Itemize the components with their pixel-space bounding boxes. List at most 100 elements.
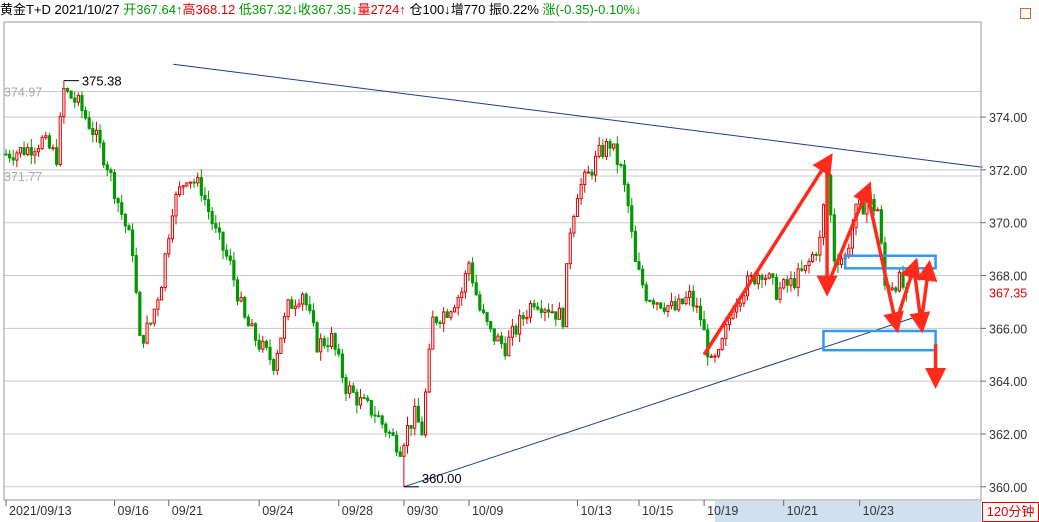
candle-body <box>839 258 844 265</box>
candle-body <box>112 172 117 199</box>
candle-body <box>333 333 337 350</box>
candle-body <box>608 141 612 149</box>
candlestick-chart: 374.00 372.00 370.00 368.00 366.00 364.00 362.… <box>3 21 1039 522</box>
candle-body <box>239 296 243 302</box>
candle-body <box>619 164 623 167</box>
candle-body <box>159 287 164 301</box>
candle-body <box>575 198 580 218</box>
candle-body <box>872 198 876 212</box>
candle-body <box>8 153 12 159</box>
open-price: 开367.64↑ <box>123 2 183 17</box>
candle-body <box>391 432 395 436</box>
candle-body <box>521 315 525 320</box>
min-price-label: 360.00 <box>422 471 462 486</box>
candle-body <box>590 171 594 176</box>
candle-body <box>196 177 200 184</box>
candle-body <box>355 391 359 406</box>
candle-body <box>449 311 453 318</box>
candle-body <box>178 186 182 196</box>
candle-body <box>691 290 695 307</box>
candle-body <box>601 144 605 158</box>
candle-body <box>503 343 507 357</box>
candle-body <box>572 216 576 234</box>
x-tick-label: 10/15 <box>642 504 673 518</box>
candle-body <box>546 309 551 313</box>
candle-body <box>684 296 688 305</box>
candle-body <box>821 204 826 238</box>
candle-body <box>272 359 276 371</box>
max-price-label: 375.38 <box>82 74 122 89</box>
low-price: 低367.32↓ <box>238 2 299 17</box>
candle-body <box>170 215 174 240</box>
candle-body <box>452 307 457 313</box>
candle-body <box>445 311 449 318</box>
candle-body <box>901 271 905 288</box>
candle-body <box>724 324 728 340</box>
candle-body <box>105 164 109 171</box>
close-price: 收367.35↓ <box>298 2 358 17</box>
x-tick-label: 09/16 <box>118 504 149 518</box>
candle-body <box>688 290 692 298</box>
candle-body <box>879 209 883 244</box>
candle-body <box>655 302 659 305</box>
candle-body <box>528 303 533 318</box>
candle-body <box>156 299 160 310</box>
candle-body <box>376 415 381 418</box>
x-tick-label: 10/09 <box>472 504 503 518</box>
candle-body <box>460 291 464 299</box>
candle-body <box>11 157 15 161</box>
quote-date: 2021/10/27 <box>54 2 120 17</box>
candle-body <box>586 171 590 174</box>
settings-square-icon[interactable] <box>1020 8 1031 19</box>
candle-body <box>890 287 894 291</box>
candle-body <box>380 415 384 425</box>
x-tick-label: 09/28 <box>342 504 373 518</box>
candle-body <box>402 445 406 457</box>
candle-body <box>91 128 95 136</box>
candle-body <box>565 263 569 328</box>
candle-body <box>55 147 59 165</box>
candle-body <box>253 323 258 341</box>
candle-body <box>26 147 30 156</box>
candle-body <box>622 164 627 186</box>
candle-body <box>807 261 811 267</box>
period-selector[interactable]: 120分钟 <box>982 502 1039 522</box>
left-tick-label: 371.77 <box>4 170 42 184</box>
x-axis-selection <box>714 501 981 522</box>
candle-body <box>174 194 178 217</box>
candle-body <box>203 194 207 201</box>
candle-body <box>301 293 305 305</box>
candle-body <box>767 273 771 279</box>
candle-body <box>481 309 486 314</box>
candle-body <box>467 262 471 275</box>
candle-body <box>648 300 652 303</box>
candle-body <box>102 142 106 166</box>
candle-body <box>138 291 142 336</box>
candle-body <box>829 174 833 216</box>
candle-body <box>329 333 334 348</box>
candle-body <box>539 308 543 313</box>
grid-lines <box>4 90 981 488</box>
candle-body <box>123 213 127 227</box>
candle-body <box>800 268 804 271</box>
candle-body <box>604 141 609 158</box>
candle-body <box>738 302 742 307</box>
y-tick-label: 360.00 <box>989 481 1027 495</box>
candle-body <box>243 296 247 318</box>
candle-body <box>894 287 898 292</box>
candle-body <box>471 262 475 284</box>
amplitude: 振0.22% <box>489 2 539 17</box>
upper-trendline <box>173 63 983 168</box>
candle-body <box>626 184 630 207</box>
candle-body <box>720 338 724 351</box>
candle-body <box>561 307 565 328</box>
candle-body <box>796 268 800 289</box>
candle-body <box>662 307 666 312</box>
candle-body <box>543 309 547 313</box>
x-tick-label: 09/21 <box>172 504 203 518</box>
high-price: 高368.12 <box>182 2 236 17</box>
y-tick-label: 362.00 <box>989 428 1027 442</box>
candle-body <box>474 282 478 296</box>
candle-body <box>492 328 496 342</box>
candle-body <box>641 268 645 286</box>
